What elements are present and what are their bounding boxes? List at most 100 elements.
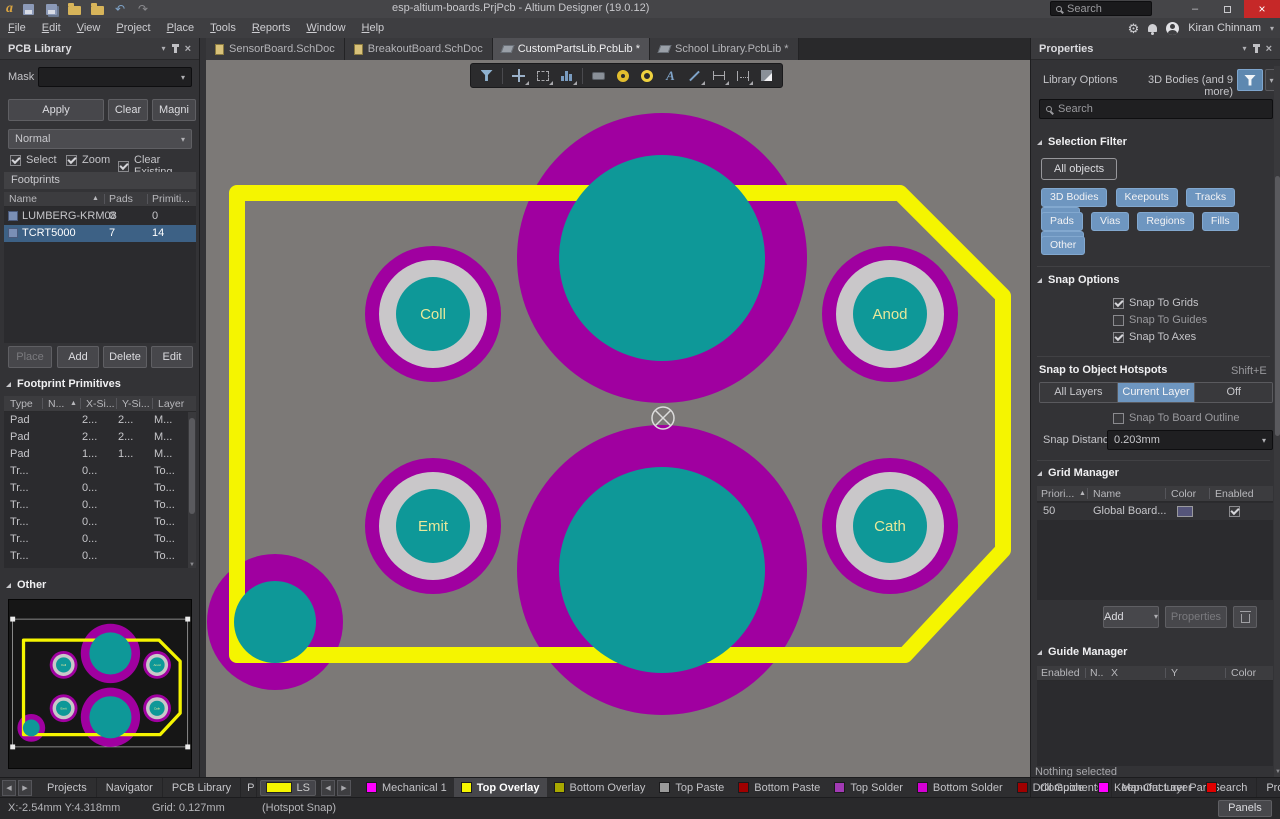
scroll-tabs-left-button[interactable]: ◀	[2, 780, 16, 796]
layer-tab-bottom-overlay[interactable]: Bottom Overlay	[547, 778, 653, 798]
guide-col-y[interactable]: Y	[1171, 667, 1178, 679]
menu-view[interactable]: View	[69, 22, 109, 34]
scroll-layers-right-button[interactable]: ▶	[337, 780, 351, 796]
tab-cut-off[interactable]: P	[241, 778, 257, 798]
primitive-row[interactable]: Tr...0...To...	[4, 480, 188, 497]
place-via-button[interactable]	[635, 65, 658, 86]
menu-window[interactable]: Window	[298, 22, 353, 34]
properties-scrollbar[interactable]: ▼	[1274, 66, 1280, 777]
selection-handle[interactable]	[10, 617, 15, 622]
panel-close-icon[interactable]: ×	[185, 43, 191, 55]
chip-other[interactable]: Other	[1041, 236, 1085, 255]
footprint-name[interactable]: LUMBERG-KRM08	[22, 210, 117, 222]
tab-sensorboard[interactable]: SensorBoard.SchDoc	[206, 38, 345, 60]
layer-tab-mechanical-1[interactable]: Mechanical 1	[359, 778, 454, 798]
snap-to-axes-checkbox[interactable]	[1113, 332, 1124, 343]
snap-to-grids-row[interactable]: Snap To Grids	[1113, 297, 1199, 309]
apply-button[interactable]: Apply	[8, 99, 104, 121]
primitives-table-header[interactable]: Type N... ▲ X-Si... Y-Si... Layer	[4, 396, 196, 412]
panel-menu-caret-icon[interactable]: ▾	[162, 44, 166, 53]
segment-all-layers[interactable]: All Layers	[1040, 383, 1118, 402]
layer-tab-top-paste[interactable]: Top Paste	[652, 778, 731, 798]
snap-distance-dropdown[interactable]: 0.203mm ▾	[1107, 430, 1273, 450]
place-pad-button[interactable]	[611, 65, 634, 86]
place-string-button[interactable]: A	[659, 65, 682, 86]
select-checkbox-row[interactable]: Select	[10, 154, 57, 166]
chip-regions[interactable]: Regions	[1137, 212, 1194, 231]
all-objects-button[interactable]: All objects	[1041, 158, 1117, 180]
global-search-input[interactable]: Search	[1050, 1, 1152, 16]
layer-tab-bottom-solder[interactable]: Bottom Solder	[910, 778, 1010, 798]
tab-projects[interactable]: Projects	[38, 778, 97, 798]
layer-tab-drill-guide[interactable]: Drill Guide	[1010, 778, 1091, 798]
filter-tool-button[interactable]	[475, 65, 498, 86]
layer-tab-keep-out-layer[interactable]: Keep-Out Layer	[1091, 778, 1199, 798]
footprint-row-lumberg[interactable]: LUMBERG-KRM08 0 0	[4, 208, 196, 225]
chip-keepouts[interactable]: Keepouts	[1116, 188, 1178, 207]
snap-options-section-header[interactable]: Snap Options	[1037, 274, 1120, 286]
pin-icon[interactable]	[174, 45, 177, 53]
undo-button[interactable]: ↶	[112, 1, 128, 17]
footprints-col-pads[interactable]: Pads	[109, 193, 133, 205]
primitive-row[interactable]: Tr...0...To...	[4, 463, 188, 480]
selection-handle[interactable]	[185, 744, 190, 749]
properties-search-input[interactable]: Search	[1039, 99, 1273, 119]
tab-pcb-library[interactable]: PCB Library	[163, 778, 241, 798]
edit-button[interactable]: Edit	[151, 346, 193, 368]
snap-to-guides-row[interactable]: Snap To Guides	[1113, 314, 1207, 326]
measure-tool-button[interactable]	[731, 65, 754, 86]
primitives-col-name[interactable]: N...	[48, 398, 64, 410]
primitives-col-ysize[interactable]: Y-Si...	[122, 398, 150, 410]
snap-to-board-outline-row[interactable]: Snap To Board Outline	[1113, 412, 1239, 424]
select-area-tool-button[interactable]	[531, 65, 554, 86]
panels-button[interactable]: Panels	[1218, 800, 1272, 817]
magnify-button[interactable]: Magni	[152, 99, 196, 121]
scroll-tabs-right-button[interactable]: ▶	[18, 780, 32, 796]
chip-3d-bodies[interactable]: 3D Bodies	[1041, 188, 1107, 207]
primitive-row[interactable]: Pad2...2...M...	[4, 429, 188, 446]
settings-gear-icon[interactable]: ⚙	[1128, 22, 1140, 35]
layer-set-chip[interactable]: LS	[260, 780, 315, 796]
footprints-col-primitives[interactable]: Primiti...	[152, 193, 190, 205]
tab-custompartslib[interactable]: CustomPartsLib.PcbLib *	[493, 38, 650, 60]
grid-manager-section-header[interactable]: Grid Manager	[1037, 467, 1119, 479]
grid-col-priority[interactable]: Priori...	[1041, 488, 1074, 500]
snap-to-axes-row[interactable]: Snap To Axes	[1113, 331, 1196, 343]
menu-edit[interactable]: Edit	[34, 22, 69, 34]
layer-tab-bottom-paste[interactable]: Bottom Paste	[731, 778, 827, 798]
primitives-scrollbar-thumb[interactable]	[189, 418, 195, 514]
place-fill-button[interactable]	[755, 65, 778, 86]
footprint-preview[interactable]	[8, 599, 192, 769]
place-button[interactable]: Place	[8, 346, 52, 368]
tab-breakoutboard[interactable]: BreakoutBoard.SchDoc	[345, 38, 493, 60]
redo-button[interactable]: ↷	[135, 1, 151, 17]
primitive-row[interactable]: Tr...0...To...	[4, 548, 188, 565]
clear-button[interactable]: Clear	[108, 99, 148, 121]
panel-menu-caret-icon[interactable]: ▾	[1243, 44, 1247, 53]
primitives-scrollbar[interactable]: ▼	[188, 412, 196, 568]
grid-row-global-board[interactable]: 50 Global Board...	[1037, 503, 1273, 520]
guide-col-enabled[interactable]: Enabled	[1041, 667, 1080, 679]
menu-reports[interactable]: Reports	[244, 22, 299, 34]
layer-tab-top-solder[interactable]: Top Solder	[827, 778, 910, 798]
guide-col-color[interactable]: Color	[1231, 667, 1256, 679]
board-layers-tool-button[interactable]	[555, 65, 578, 86]
guide-manager-table-header[interactable]: Enabled N.. X Y Color	[1037, 666, 1273, 681]
grid-col-color[interactable]: Color	[1171, 488, 1196, 500]
chip-pads[interactable]: Pads	[1041, 212, 1083, 231]
tab-school-library[interactable]: School Library.PcbLib *	[650, 38, 799, 60]
grid-manager-table-header[interactable]: Priori... ▲ Name Color Enabled	[1037, 486, 1273, 502]
close-button[interactable]: ×	[1244, 0, 1280, 18]
zoom-checkbox[interactable]	[66, 155, 77, 166]
pcb-canvas[interactable]: Coll Anod Emit Cath	[206, 60, 1030, 777]
menu-project[interactable]: Project	[108, 22, 158, 34]
segment-current-layer[interactable]: Current Layer	[1118, 383, 1196, 402]
grid-add-button[interactable]: Add ▾	[1103, 606, 1159, 628]
pin-icon[interactable]	[1255, 45, 1258, 53]
user-menu-caret-icon[interactable]: ▾	[1270, 24, 1274, 33]
mask-mode-dropdown[interactable]: Normal ▾	[8, 129, 192, 149]
primitive-row[interactable]: Pad1...1...M...	[4, 446, 188, 463]
primitive-row[interactable]: Tr...0...To...	[4, 531, 188, 548]
filter-toggle-button[interactable]	[1237, 69, 1263, 91]
scroll-layers-left-button[interactable]: ◀	[321, 780, 335, 796]
